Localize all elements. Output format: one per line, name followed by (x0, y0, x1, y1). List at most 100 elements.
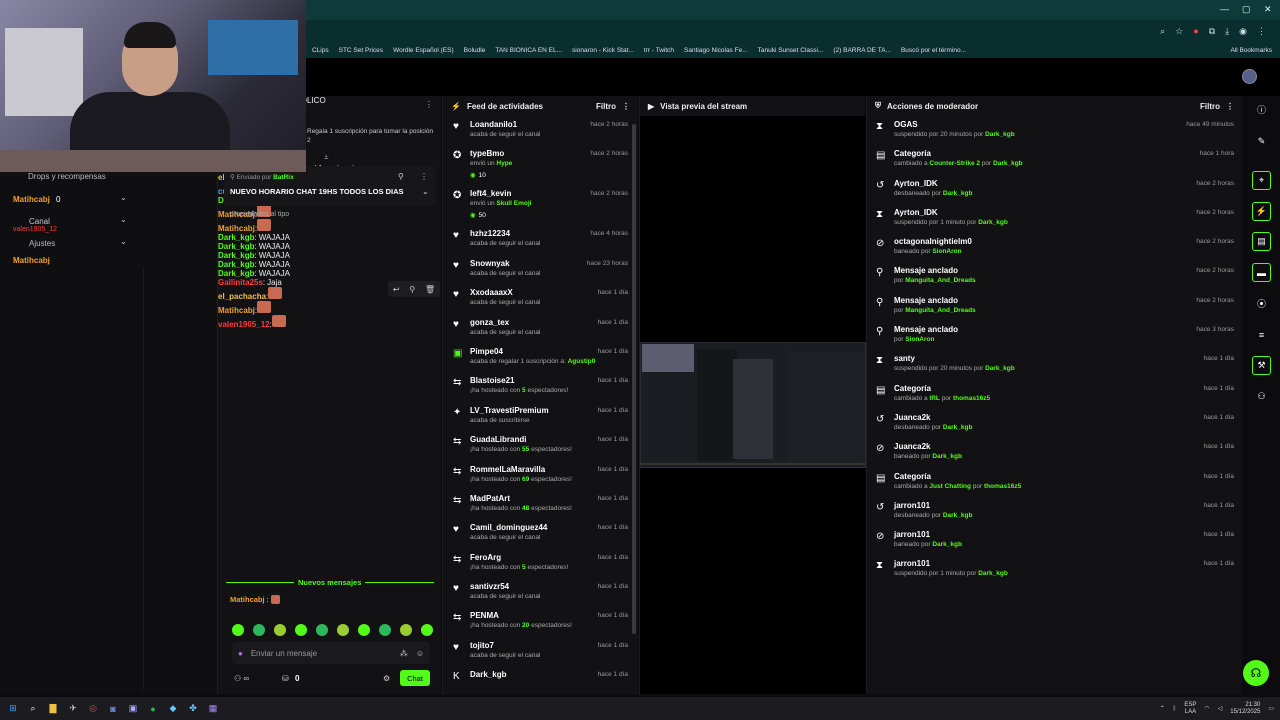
user-matihcabj-2[interactable]: Matihcabj (13, 256, 50, 265)
chat-user[interactable]: Dark_kgb (218, 233, 254, 242)
feed-username[interactable]: MadPatArt (470, 494, 510, 503)
emote-icon[interactable] (316, 624, 328, 636)
mod-target[interactable]: santy (894, 354, 915, 363)
avatar[interactable] (1242, 69, 1257, 84)
chat-user[interactable]: Dark_kgb (218, 260, 254, 269)
mod-item[interactable]: ▤ Categoría cambiado a Counter-Strike 2 po… (867, 145, 1242, 174)
stream-preview-video[interactable] (640, 342, 867, 468)
chat-user[interactable]: Dark_kgb (218, 269, 254, 278)
drops-label[interactable]: Drops y recompensas (28, 172, 106, 181)
minimize-icon[interactable]: — (1220, 4, 1229, 14)
mod-item[interactable]: ⧗ Ayrton_IDK suspendido por 1 minuto por D… (867, 204, 1242, 233)
mod-filter-button[interactable]: Filtro (1200, 102, 1220, 111)
mod-target[interactable]: Ayrton_IDK (894, 208, 938, 217)
mod-item[interactable]: ⚲ Mensaje anclado por Manguita_And_Dreads h… (867, 292, 1242, 321)
feed-item[interactable]: ⇆ Blastoise21 ¡ha hosteado con 5 espectado… (443, 372, 638, 401)
all-bookmarks[interactable]: All Bookmarks (1230, 47, 1280, 54)
feed-menu-icon[interactable]: ⋮ (622, 102, 630, 111)
windows-start-icon[interactable]: ⊞ (6, 702, 20, 716)
feed-item[interactable]: ♥ XxodaaaxX acaba de seguir el canal hace 1… (443, 284, 638, 313)
chat-user[interactable]: el_pachacha (218, 292, 266, 301)
bookmark-item[interactable]: Wordle Español (ES) (393, 47, 454, 54)
mod-item[interactable]: ⚲ Mensaje anclado por Manguita_And_Dreads h… (867, 262, 1242, 291)
broadcast-icon[interactable]: ⦿ (1252, 294, 1271, 313)
mod-highlight[interactable]: Dark_kgb (978, 570, 1008, 577)
chevron-down-icon[interactable]: ⌄ (120, 237, 127, 246)
mod-item[interactable]: ⧗ santy suspendido por 20 minutos por Dark… (867, 350, 1242, 379)
emote-icon[interactable] (295, 624, 307, 636)
mod-highlight-2[interactable]: Dark_kgb (993, 160, 1023, 167)
mod-item[interactable]: ⚲ Mensaje anclado por SionAron hace 3 horas (867, 321, 1242, 350)
feed-username[interactable]: PENMA (470, 611, 499, 620)
emote-icon[interactable] (379, 624, 391, 636)
mod-highlight-2[interactable]: thomas16z5 (953, 395, 990, 402)
chevron-down-icon[interactable]: ⌄ (120, 215, 127, 224)
feed-scrollbar[interactable] (632, 124, 636, 634)
edit-icon[interactable]: ✎ (1252, 132, 1271, 151)
feed-username[interactable]: XxodaaaxX (470, 288, 513, 297)
mod-highlight[interactable]: Dark_kgb (932, 453, 962, 460)
feed-username[interactable]: hzhz12234 (470, 229, 510, 238)
user-matihcabj[interactable]: Matihcabj (13, 195, 50, 204)
mod-target[interactable]: Juanca2k (894, 442, 930, 451)
mod-item[interactable]: ▤ Categoría cambiado a Just Chatting por t… (867, 468, 1242, 497)
feed-username[interactable]: Snownyak (470, 259, 510, 268)
feed-username[interactable]: Camil_dominguez44 (470, 523, 547, 532)
wrench-icon[interactable]: ⚒ (1252, 356, 1271, 375)
bookmark-item[interactable]: TAN BIONICA EN EL... (495, 47, 562, 54)
mod-item[interactable]: ↺ Ayrton_IDK desbaneado por Dark_kgb hace 2… (867, 175, 1242, 204)
mod-item[interactable]: ▤ Categoría cambiado a IRL por thomas16z5 h… (867, 380, 1242, 409)
chevron-down-icon[interactable]: ⌄ (120, 193, 127, 202)
mod-highlight[interactable]: Dark_kgb (932, 541, 962, 548)
mod-target[interactable]: Categoría (894, 384, 931, 393)
chat-user[interactable]: Matihcabj (230, 595, 265, 604)
clipboard-icon[interactable]: ▤ (1252, 232, 1271, 251)
app-icon-4[interactable]: ▦ (206, 702, 220, 716)
mod-highlight[interactable]: IRL (929, 395, 939, 402)
feed-item[interactable]: ♥ tojito7 acaba de seguir el canal hace 1 d… (443, 637, 638, 666)
emote-icon[interactable] (337, 624, 349, 636)
emoji-icon[interactable]: ☺ (416, 649, 424, 658)
volume-icon[interactable]: ◁ (1218, 705, 1223, 712)
mod-item[interactable]: ⊘ octagonalnightielm0 baneado por SionAron… (867, 233, 1242, 262)
chat-bubble-icon[interactable]: ▬ (1252, 263, 1271, 282)
mod-target[interactable]: Mensaje anclado (894, 325, 958, 334)
mod-highlight[interactable]: Dark_kgb (985, 365, 1015, 372)
mod-target[interactable]: Ayrton_IDK (894, 179, 938, 188)
bolt-icon[interactable]: ⚡ (1252, 202, 1271, 221)
search-icon[interactable]: ⌕ (1160, 26, 1165, 37)
feed-username[interactable]: Loandanilo1 (470, 120, 517, 129)
feed-username[interactable]: Pimpe04 (470, 347, 503, 356)
feed-item[interactable]: ✪ left4_kevin envió un Skull Emoji hace 2 h… (443, 185, 638, 225)
feed-item[interactable]: ⇆ RommelLaMaravilla ¡ha hosteado con 69 es… (443, 461, 638, 490)
feed-username[interactable]: Dark_kgb (470, 670, 506, 679)
layers-icon[interactable]: ≡ (1252, 325, 1271, 344)
mod-highlight[interactable]: SionAron (905, 336, 934, 343)
mod-target[interactable]: jarron101 (894, 559, 930, 568)
mod-item[interactable]: ⊘ jarron101 baneado por Dark_kgb hace 1 día (867, 526, 1242, 555)
send-chat-button[interactable]: Chat (400, 670, 430, 686)
app-icon[interactable]: ▣ (126, 702, 140, 716)
bookmark-item[interactable]: CLips (312, 47, 329, 54)
bookmark-item[interactable]: Boludle (464, 47, 486, 54)
chat-input[interactable]: Enviar un mensaje (251, 649, 392, 658)
chat-user[interactable]: Dark_kgb (218, 242, 254, 251)
feed-username[interactable]: santivzr54 (470, 582, 509, 591)
profile-icon[interactable]: ◉ (1239, 26, 1247, 37)
feed-username[interactable]: GuadaLibrandi (470, 435, 526, 444)
download-icon[interactable]: ⤓ (1225, 26, 1229, 37)
app-icon-3[interactable]: ✤ (186, 702, 200, 716)
unpin-icon[interactable]: ⚲ (398, 172, 404, 181)
feed-username[interactable]: gonza_tex (470, 318, 509, 327)
emote-icon[interactable] (232, 624, 244, 636)
feed-item[interactable]: ♥ hzhz12234 acaba de seguir el canal hace 4… (443, 225, 638, 254)
emote-icon[interactable] (358, 624, 370, 636)
feed-username[interactable]: typeBmo (470, 149, 504, 158)
chrome-icon[interactable]: ◎ (86, 702, 100, 716)
feed-item[interactable]: ♥ Camil_dominguez44 acaba de seguir el can… (443, 519, 638, 548)
steam-icon[interactable]: ✈ (66, 702, 80, 716)
mod-highlight[interactable]: Dark_kgb (978, 219, 1008, 226)
mod-highlight[interactable]: Dark_kgb (985, 131, 1015, 138)
target-icon[interactable]: ⌖ (1252, 171, 1271, 190)
feed-item[interactable]: ♥ gonza_tex acaba de seguir el canal hace 1… (443, 314, 638, 343)
